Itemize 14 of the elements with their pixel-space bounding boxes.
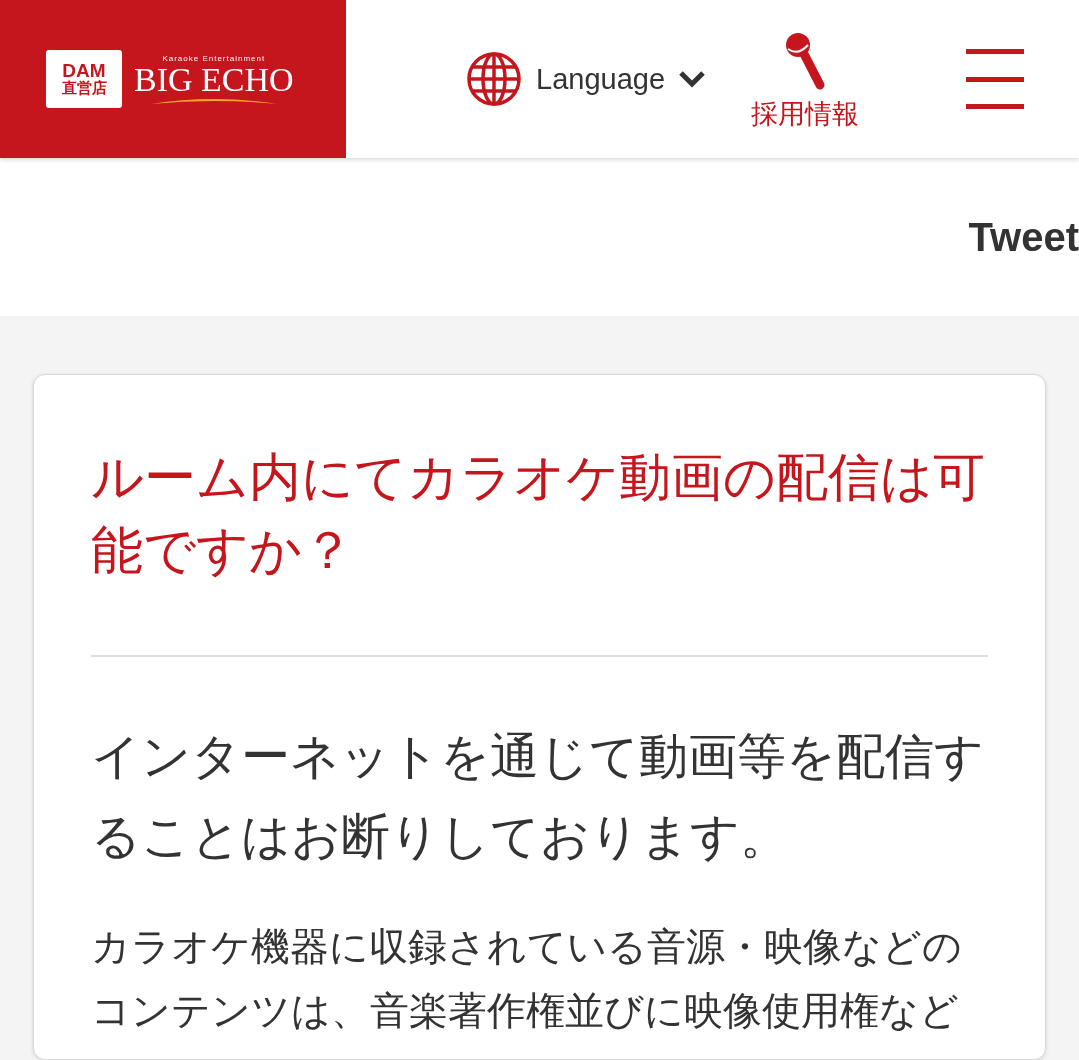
question-heading: ルーム内にてカラオケ動画の配信は可能ですか？ (91, 446, 986, 582)
menu-button[interactable] (966, 49, 1024, 109)
answer-text: カラオケ機器に収録されている音源・映像などのコンテンツは、音楽著作権並びに映像使用権など (91, 923, 963, 1035)
chevron-down-icon (679, 70, 706, 88)
logo-tagline: Karaoke Entertainment (162, 53, 266, 63)
globe-icon (466, 51, 522, 107)
microphone-icon (784, 32, 827, 90)
recruit-link[interactable]: 採用情報 (751, 26, 860, 132)
logo-panel[interactable]: DAM 直営店 Karaoke Entertainment BIG ECHO (0, 0, 346, 158)
badge-text: 直営店 (61, 81, 107, 97)
tweet-link[interactable]: Tweet (968, 214, 1079, 260)
logo-wordmark: BIG ECHO (134, 62, 294, 97)
answer-lead: インターネットを通じて動画等を配信することはお断りしております。 (91, 727, 985, 867)
language-button[interactable]: Language (466, 51, 706, 107)
